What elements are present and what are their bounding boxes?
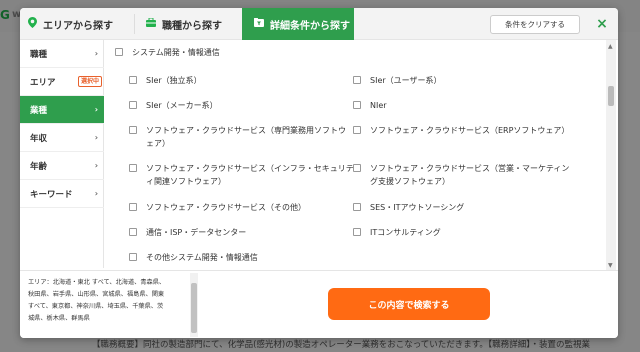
option-label: ソフトウェア・クラウドサービス（専門業務用ソフトウ ェア）: [146, 126, 346, 148]
option-checkbox[interactable]: ソフトウェア・クラウドサービス（専門業務用ソフトウ ェア）: [129, 124, 346, 150]
option-label: ソフトウェア・クラウドサービス（インフラ・セキュリテ ィ関連ソフトウェア）: [146, 164, 354, 186]
checkbox[interactable]: [129, 164, 137, 172]
category-label: システム開発・情報通信: [132, 48, 220, 57]
sidebar-item-label: 年齢: [30, 161, 48, 172]
chevron-right-icon: ›: [94, 49, 98, 58]
checkbox[interactable]: [353, 76, 361, 84]
checkbox[interactable]: [353, 203, 361, 211]
checkbox[interactable]: [129, 101, 137, 109]
option-label: SIer（メーカー系）: [146, 101, 218, 110]
option-label: NIer: [370, 101, 387, 110]
options-scrollbar[interactable]: ▲ ▼: [606, 40, 616, 272]
search-filter-modal: エリアから探す 職種から探す 詳細条件から探す 条件をクリアする × 職種 › …: [20, 8, 618, 338]
checkbox[interactable]: [129, 126, 137, 134]
option-checkbox[interactable]: 通信・ISP・データセンター: [129, 226, 246, 239]
option-label: SIer（ユーザー系）: [370, 76, 442, 85]
filter-sidebar: 職種 › エリア 選択中 業種 › 年収 › 年齢 › キーワード ›: [20, 40, 104, 268]
option-label: その他システム開発・情報通信: [146, 253, 258, 262]
option-label: 通信・ISP・データセンター: [146, 228, 247, 237]
summary-line: 秋田県、岩手県、山形県、宮城県、福島県、関東: [28, 291, 165, 298]
checkbox[interactable]: [129, 76, 137, 84]
tab-job-label: 職種から探す: [162, 20, 222, 32]
option-label: ソフトウェア・クラウドサービス（その他）: [146, 203, 306, 212]
option-checkbox[interactable]: ソフトウェア・クラウドサービス（インフラ・セキュリテ ィ関連ソフトウェア）: [129, 162, 354, 188]
sidebar-item-label: キーワード: [30, 189, 73, 200]
option-label: SIer（独立系）: [146, 76, 202, 85]
search-with-conditions-button[interactable]: この内容で検索する: [328, 288, 490, 320]
checkbox[interactable]: [353, 228, 361, 236]
option-checkbox[interactable]: ソフトウェア・クラウドサービス（ERPソフトウェア）: [353, 124, 569, 137]
option-checkbox[interactable]: NIer: [353, 99, 387, 112]
scroll-up-icon[interactable]: ▲: [608, 43, 613, 50]
briefcase-icon: [146, 17, 156, 30]
option-label: ソフトウェア・クラウドサービス（ERPソフトウェア）: [370, 126, 570, 135]
summary-line: エリア：北海道・東北 すべて、北海道、青森県、: [28, 279, 166, 286]
category-checkbox-system-dev[interactable]: システム開発・情報通信: [115, 46, 220, 59]
close-icon[interactable]: ×: [594, 15, 610, 33]
summary-line: 城県、栃木県、群馬県: [28, 315, 90, 322]
checkbox[interactable]: [353, 164, 361, 172]
scrollbar-thumb[interactable]: [608, 86, 614, 106]
checkbox[interactable]: [129, 203, 137, 211]
modal-tab-bar: エリアから探す 職種から探す 詳細条件から探す 条件をクリアする ×: [20, 8, 618, 40]
modal-footer: エリア：北海道・東北 すべて、北海道、青森県、 秋田県、岩手県、山形県、宮城県、…: [20, 270, 618, 338]
option-label: ソフトウェア・クラウドサービス（営業・マーケティン グ支援ソフトウェア）: [370, 164, 570, 186]
chevron-right-icon: ›: [94, 133, 98, 142]
option-label: ITコンサルティング: [370, 228, 441, 237]
tab-job-search[interactable]: 職種から探す: [146, 8, 254, 40]
sidebar-item-label: 年収: [30, 133, 48, 144]
chevron-right-icon: ›: [94, 189, 98, 198]
chevron-right-icon: ›: [94, 161, 98, 170]
option-checkbox[interactable]: SIer（メーカー系）: [129, 99, 218, 112]
checkbox[interactable]: [115, 48, 123, 56]
option-checkbox[interactable]: SIer（独立系）: [129, 74, 202, 87]
sidebar-item-area[interactable]: エリア 選択中: [20, 68, 104, 96]
chevron-right-icon: ›: [94, 105, 98, 114]
filter-folder-icon: [254, 18, 264, 30]
option-checkbox[interactable]: SIer（ユーザー系）: [353, 74, 442, 87]
checkbox[interactable]: [353, 126, 361, 134]
scrollbar-thumb[interactable]: [191, 283, 197, 333]
map-pin-icon: [28, 17, 37, 31]
sidebar-item-label: 職種: [30, 49, 48, 60]
option-label: SES・ITアウトソーシング: [370, 203, 465, 212]
sidebar-item-job-type[interactable]: 職種 ›: [20, 40, 104, 68]
industry-options-panel: システム開発・情報通信 SIer（独立系） SIer（ユーザー系） SIer（メ…: [105, 40, 605, 270]
scroll-down-icon[interactable]: ▼: [608, 262, 613, 269]
sidebar-item-salary[interactable]: 年収 ›: [20, 124, 104, 152]
option-checkbox[interactable]: SES・ITアウトソーシング: [353, 201, 464, 214]
summary-scrollbar[interactable]: [190, 273, 198, 337]
selected-badge: 選択中: [78, 76, 103, 87]
summary-line: すべて、東京都、神奈川県、埼玉県、千葉県、茨: [28, 303, 164, 310]
tab-area-search[interactable]: エリアから探す: [28, 8, 136, 40]
checkbox[interactable]: [129, 253, 137, 261]
checkbox[interactable]: [129, 228, 137, 236]
tab-divider: [134, 14, 135, 34]
checkbox[interactable]: [353, 101, 361, 109]
tab-detail-search[interactable]: 詳細条件から探す: [242, 8, 354, 40]
selected-conditions-summary: エリア：北海道・東北 すべて、北海道、青森県、 秋田県、岩手県、山形県、宮城県、…: [28, 277, 196, 335]
sidebar-item-label: エリア: [30, 77, 56, 88]
tab-detail-label: 詳細条件から探す: [270, 20, 350, 32]
sidebar-item-label: 業種: [30, 105, 48, 116]
sidebar-item-age[interactable]: 年齢 ›: [20, 152, 104, 180]
clear-conditions-button[interactable]: 条件をクリアする: [490, 15, 580, 34]
tab-area-label: エリアから探す: [43, 20, 113, 32]
sidebar-item-industry[interactable]: 業種 ›: [20, 96, 104, 124]
sidebar-item-keyword[interactable]: キーワード ›: [20, 180, 104, 208]
option-checkbox[interactable]: ソフトウェア・クラウドサービス（その他）: [129, 201, 306, 214]
option-checkbox[interactable]: その他システム開発・情報通信: [129, 251, 258, 264]
option-checkbox[interactable]: ソフトウェア・クラウドサービス（営業・マーケティン グ支援ソフトウェア）: [353, 162, 569, 188]
option-checkbox[interactable]: ITコンサルティング: [353, 226, 441, 239]
